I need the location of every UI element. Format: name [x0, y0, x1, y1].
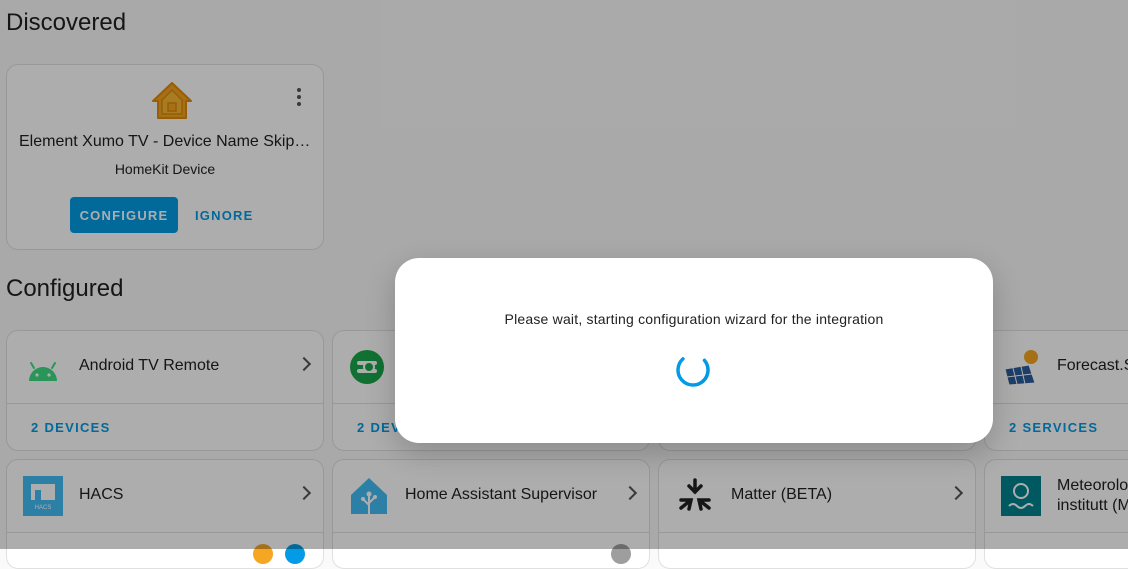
loading-dialog: Please wait, starting configuration wiza… [395, 258, 993, 443]
loading-spinner-icon [676, 353, 710, 387]
dialog-message: Please wait, starting configuration wiza… [504, 311, 884, 327]
